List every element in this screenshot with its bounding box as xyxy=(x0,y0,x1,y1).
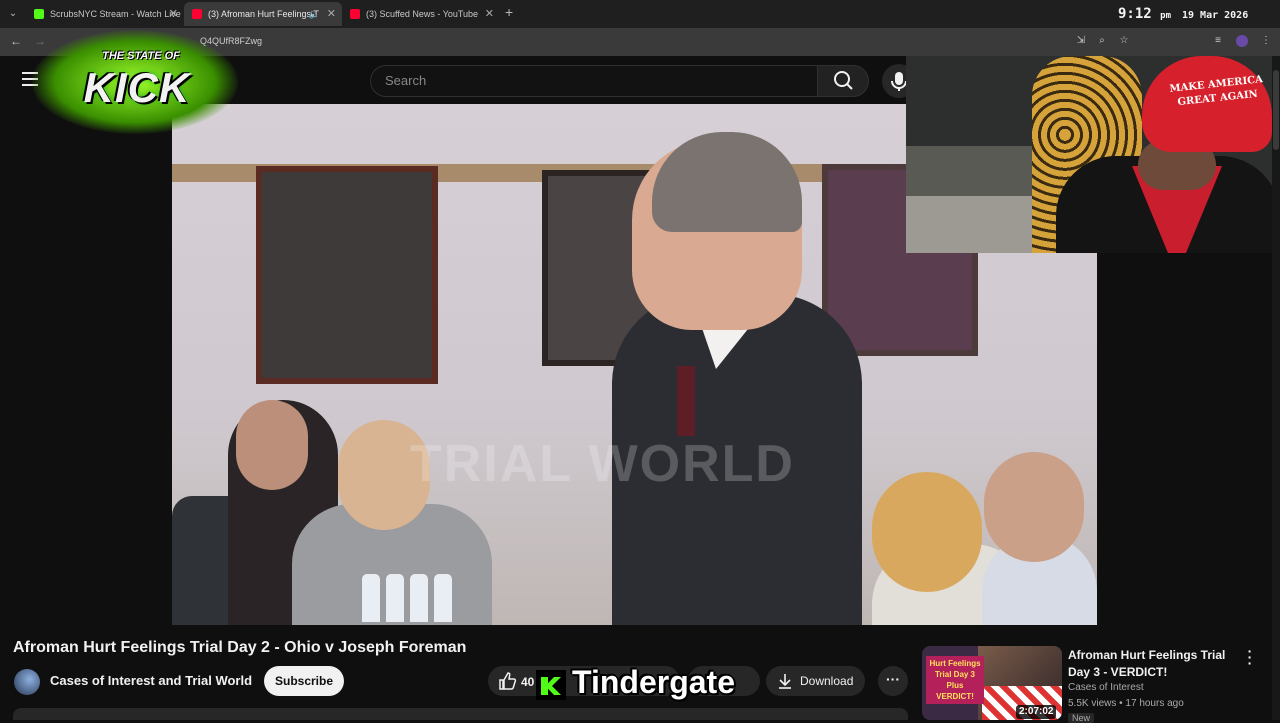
spectator-head xyxy=(236,400,308,490)
scrollbar-thumb[interactable] xyxy=(1273,70,1279,150)
video-title: Afroman Hurt Feelings Trial Day 2 - Ohio… xyxy=(13,639,467,656)
spectator-head xyxy=(872,472,982,592)
back-arrow-icon[interactable]: ← xyxy=(10,34,22,48)
tab-kick-stream[interactable]: ScrubsNYC Stream - Watch Live ✕ xyxy=(26,2,184,26)
kick-favicon-icon xyxy=(34,9,44,19)
thumbnail-caption: Hurt Feelings Trial Day 3 Plus VERDICT! xyxy=(926,656,984,704)
banner-text: Tindergate xyxy=(572,664,735,700)
channel-name[interactable]: Cases of Interest and Trial World xyxy=(50,673,252,688)
close-tab-icon[interactable]: ✕ xyxy=(169,2,178,26)
state-of-kick-logo: THE STATE OF KICK xyxy=(32,26,238,138)
search-input[interactable]: Search xyxy=(370,65,817,97)
media-controls-icon[interactable]: ≡ xyxy=(1212,35,1224,47)
tab-scuffed-news[interactable]: (3) Scuffed News - YouTube ✕ xyxy=(342,2,500,26)
streamer-webcam: MAKE AMERICA GREAT AGAIN xyxy=(906,56,1280,253)
tab-label: (3) Scuffed News - YouTube xyxy=(366,9,479,19)
subscribe-button[interactable]: Subscribe xyxy=(264,666,344,696)
kebab-menu-icon[interactable]: · · · xyxy=(1244,644,1256,670)
browser-menu-icon[interactable]: ⋮ xyxy=(1260,35,1272,47)
video-duration-badge: 2:07:02 xyxy=(1016,705,1057,719)
channel-avatar[interactable] xyxy=(14,669,40,695)
tab-search-icon[interactable]: ⌄ xyxy=(4,5,22,23)
new-badge: New xyxy=(1068,713,1095,723)
search-button[interactable] xyxy=(817,65,869,97)
thumbs-up-icon[interactable] xyxy=(497,671,517,691)
like-count: 40 xyxy=(521,675,535,689)
recommended-title[interactable]: Afroman Hurt Feelings Trial Day 3 - VERD… xyxy=(1068,647,1244,681)
search-icon xyxy=(834,71,853,90)
speaker-icon[interactable]: 🔈 xyxy=(309,2,320,26)
spectator-head xyxy=(984,452,1084,562)
water-bottles xyxy=(362,574,482,625)
bookmark-star-icon[interactable]: ☆ xyxy=(1118,35,1130,47)
tab-label: ScrubsNYC Stream - Watch Live xyxy=(50,9,181,19)
close-tab-icon[interactable]: ✕ xyxy=(485,2,494,26)
download-icon xyxy=(779,674,791,689)
portrait-frame xyxy=(256,166,438,384)
logo-word: KICK xyxy=(83,64,191,111)
close-tab-icon[interactable]: ✕ xyxy=(327,2,336,26)
webcam-blanket xyxy=(906,196,1046,253)
kick-logo-icon xyxy=(536,670,566,700)
tab-label: (3) Afroman Hurt Feelings T xyxy=(208,9,319,19)
more-actions-icon[interactable]: ··· xyxy=(878,666,908,696)
logo-top-text: THE STATE OF xyxy=(102,50,180,62)
video-watermark: TRIAL WORLD xyxy=(410,435,795,493)
recommended-channel[interactable]: Cases of Interest xyxy=(1068,682,1144,693)
page-scrollbar[interactable] xyxy=(1272,56,1280,720)
clock-date: 19 Mar 2026 xyxy=(1182,10,1249,21)
recommended-meta: 5.5K views • 17 hours ago xyxy=(1068,698,1184,709)
zoom-icon[interactable]: ⌕ xyxy=(1096,35,1108,47)
browser-tab-strip: ⌄ ScrubsNYC Stream - Watch Live ✕ (3) Af… xyxy=(0,0,1280,28)
profile-avatar[interactable] xyxy=(1236,35,1248,47)
clock-ampm: pm xyxy=(1160,11,1171,21)
youtube-favicon-icon xyxy=(192,9,202,19)
clock-hours: 9:12 xyxy=(1118,6,1152,22)
youtube-favicon-icon xyxy=(350,9,360,19)
attorney-tie xyxy=(677,366,695,436)
description-box[interactable] xyxy=(13,708,908,720)
download-label: Download xyxy=(800,674,854,688)
new-tab-button[interactable]: + xyxy=(505,4,513,20)
clock-time: 9:12 pm xyxy=(1118,6,1171,22)
tab-afroman-trial[interactable]: (3) Afroman Hurt Feelings T 🔈 ✕ xyxy=(184,2,342,26)
install-app-icon[interactable]: ⇲ xyxy=(1075,35,1087,47)
